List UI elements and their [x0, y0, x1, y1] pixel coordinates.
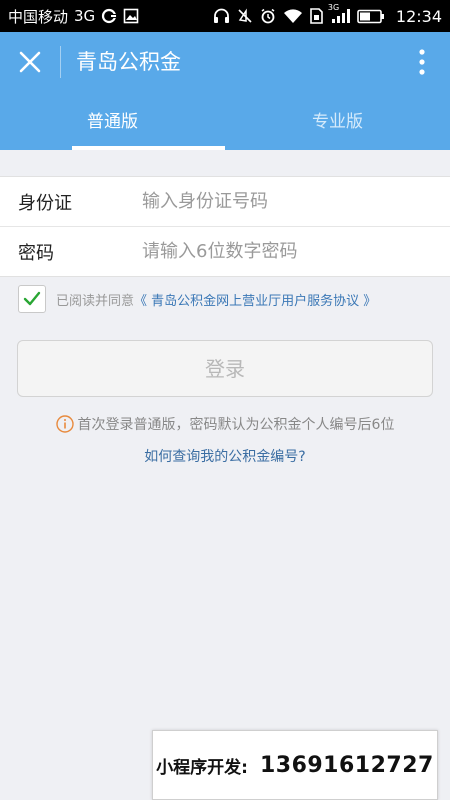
id-card-label: 身份证	[18, 192, 72, 214]
battery-icon	[357, 9, 385, 24]
checkmark-icon	[23, 291, 41, 306]
tab-standard-label: 普通版	[87, 112, 138, 132]
network-type: 3G	[74, 7, 96, 25]
agreement-row: 已阅读并同意 《 青岛公积金网上营业厅用户服务协议 》	[18, 284, 438, 314]
network-small-label: 3G	[327, 3, 340, 12]
agreement-link[interactable]: 《 青岛公积金网上营业厅用户服务协议 》	[134, 290, 376, 309]
status-bar: 中国移动 3G 3G 12:34	[0, 0, 450, 32]
wifi-icon	[283, 8, 303, 24]
promo-label: 小程序开发:	[156, 757, 248, 778]
password-row: 密码	[0, 226, 450, 276]
info-icon	[55, 415, 74, 433]
version-tabs: 普通版 专业版	[0, 108, 450, 150]
help-link[interactable]: 如何查询我的公积金编号?	[0, 446, 450, 466]
headphones-icon	[213, 8, 230, 24]
agreement-checkbox[interactable]	[18, 285, 46, 313]
sim-icon	[310, 8, 323, 24]
sync-icon	[101, 8, 117, 24]
login-hint: 首次登录普通版，密码默认为公积金个人编号后6位	[0, 414, 450, 434]
id-card-input[interactable]	[142, 177, 432, 226]
alarm-icon	[260, 8, 276, 24]
login-form: 身份证 密码	[0, 176, 450, 277]
carrier-name: 中国移动	[8, 7, 69, 26]
more-vertical-icon	[419, 49, 425, 75]
tab-professional[interactable]: 专业版	[225, 108, 450, 150]
status-left: 中国移动 3G	[8, 6, 139, 27]
app-header: 青岛公积金 普通版 专业版	[0, 32, 450, 150]
gallery-icon	[123, 8, 139, 24]
login-button[interactable]: 登录	[17, 340, 433, 397]
tab-standard[interactable]: 普通版	[0, 108, 225, 150]
signal-icon: 3G	[328, 3, 350, 24]
title-divider	[60, 46, 61, 78]
password-input[interactable]	[142, 227, 432, 276]
mute-icon	[237, 8, 253, 24]
close-button[interactable]	[14, 46, 46, 78]
promo-banner: 小程序开发: 13691612727	[152, 730, 438, 800]
close-icon	[19, 51, 41, 73]
hint-text: 首次登录普通版，密码默认为公积金个人编号后6位	[77, 417, 395, 433]
agreement-prefix: 已阅读并同意	[56, 293, 135, 309]
id-card-row: 身份证	[0, 177, 450, 226]
promo-phone: 13691612727	[259, 752, 434, 778]
password-label: 密码	[18, 242, 54, 264]
status-right: 3G 12:34	[213, 3, 442, 26]
more-options-button[interactable]	[412, 46, 432, 78]
page-title: 青岛公积金	[76, 50, 181, 74]
active-tab-indicator	[72, 146, 225, 150]
clock-time: 12:34	[395, 6, 442, 26]
tab-professional-label: 专业版	[312, 112, 363, 132]
